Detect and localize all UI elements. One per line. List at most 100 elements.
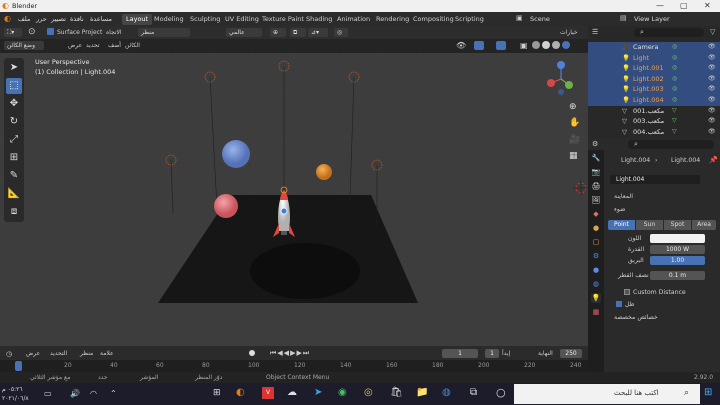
custom-properties-section[interactable]: خصائص مخصصة	[614, 314, 658, 321]
workspace-tab[interactable]: Layout	[122, 14, 153, 25]
playhead[interactable]	[15, 361, 22, 371]
outliner-search-input[interactable]: ⌕	[634, 28, 704, 37]
timeline-menu-select[interactable]: التحديد	[50, 350, 67, 357]
measure-tool-icon[interactable]: 📐	[6, 186, 22, 202]
pan-hand-icon[interactable]: ✋	[569, 118, 580, 128]
taskbar-date[interactable]: ٢٠٢١/٠٦/٨	[2, 395, 29, 402]
light-color-swatch[interactable]	[650, 234, 705, 243]
rotate-tool-icon[interactable]: ↻	[6, 114, 22, 130]
view-layer-selector[interactable]: View Layer	[634, 15, 670, 23]
specular-field[interactable]: 1.00	[650, 256, 705, 265]
app-icon-telegram[interactable]: ➤	[314, 387, 322, 398]
select-box-tool-icon[interactable]: ⬚	[6, 78, 22, 94]
menu-window[interactable]: نافذة	[70, 15, 84, 23]
maximize-button[interactable]: ▢	[680, 1, 688, 10]
custom-distance-checkbox[interactable]	[624, 289, 630, 295]
workspace-tab[interactable]: Shading	[302, 14, 336, 25]
shading-material-icon[interactable]	[552, 41, 560, 49]
app-icon-edge[interactable]: ◍	[442, 387, 451, 398]
taskbar-time[interactable]: ٠٥:٢٦ م	[2, 386, 23, 393]
shading-solid-icon[interactable]	[542, 41, 550, 49]
surface-project-checkbox[interactable]	[47, 28, 54, 35]
render-tab-icon[interactable]: 📷	[591, 167, 601, 177]
material-tab-icon[interactable]: ▦	[591, 307, 601, 317]
mode-dropdown[interactable]: وضع الكائن	[4, 41, 44, 50]
timeline-menu-view[interactable]: عرض	[26, 350, 40, 357]
workspace-tab[interactable]: Sculpting	[186, 14, 224, 25]
workspace-tab[interactable]: Modeling	[150, 14, 188, 25]
app-icon-explorer[interactable]: 📁	[416, 387, 428, 398]
scene-selector[interactable]: Scene	[530, 15, 550, 23]
workspace-tab[interactable]: Scripting	[451, 14, 488, 25]
pivot-button[interactable]: ⊕	[270, 28, 286, 37]
outliner-type-icon[interactable]: ☰	[592, 28, 598, 36]
workspace-tab[interactable]: Texture Paint	[258, 14, 308, 25]
grid-view-icon[interactable]: ▦	[569, 151, 578, 161]
transform-tool-icon[interactable]: ⊞	[6, 150, 22, 166]
visibility-toggle-icon[interactable]: 👁	[708, 75, 716, 82]
visibility-toggle-icon[interactable]: 👁	[708, 107, 716, 114]
snap-icon[interactable]: ⊙	[28, 27, 36, 37]
app-icon-vegas[interactable]: V	[262, 387, 274, 399]
taskbar-search-input[interactable]: اكتب هنا للبحث ⌕	[514, 384, 700, 404]
visibility-toggle-icon[interactable]: 👁	[708, 117, 716, 124]
particles-tab-icon[interactable]: ●	[591, 265, 601, 275]
visibility-toggle-icon[interactable]: 👁	[708, 96, 716, 103]
light-section[interactable]: ضوء	[614, 206, 625, 213]
app-icon-store[interactable]: ⊞	[213, 388, 221, 398]
task-view-icon[interactable]: ⧉	[470, 387, 477, 398]
tray-arrow-icon[interactable]: ⌃	[110, 389, 117, 398]
outliner-item[interactable]: ▽ مكعب.004 ▽ 👁	[588, 127, 720, 138]
options-dropdown[interactable]: خيارات	[560, 29, 578, 36]
shadow-checkbox[interactable]	[616, 301, 622, 307]
outliner-item[interactable]: ▽ مكعب.001 ▽ 👁	[588, 106, 720, 117]
power-field[interactable]: 1000 W	[650, 245, 705, 254]
move-tool-icon[interactable]: ✥	[6, 96, 22, 112]
menu-render[interactable]: تصيير	[51, 15, 66, 23]
menu-edit[interactable]: حرر	[36, 15, 47, 23]
workspace-tab[interactable]: Rendering	[372, 14, 413, 25]
start-frame-field[interactable]: 1	[485, 349, 499, 358]
header-menu-add[interactable]: أضف	[108, 42, 121, 49]
proportional-button[interactable]: ◎	[334, 28, 348, 37]
shadow-section[interactable]: ظل	[625, 301, 635, 308]
visibility-toggle-icon[interactable]: 👁	[708, 128, 716, 135]
outliner-item[interactable]: 💡 Light.003 ◎ 👁	[588, 84, 720, 95]
end-frame-field[interactable]: 250	[560, 349, 582, 358]
timeline-ruler[interactable]: 020406080100120140160180200220240	[0, 360, 588, 372]
app-icon-onedrive[interactable]: ☁	[287, 387, 297, 398]
menu-file[interactable]: ملف	[18, 15, 30, 23]
header-menu-object[interactable]: الكائن	[125, 42, 140, 49]
editor-type-button[interactable]: ⛶▾	[4, 28, 22, 37]
preview-section[interactable]: المعاينة	[614, 193, 633, 200]
outliner-item[interactable]: 💡 Light.004 ◎ 👁	[588, 95, 720, 106]
app-icon-whatsapp[interactable]: ◉	[338, 387, 347, 398]
global-dropdown[interactable]: عالمي	[226, 28, 262, 37]
visibility-toggle-icon[interactable]: 👁	[708, 43, 716, 50]
xray-icon[interactable]: ▣	[520, 41, 528, 50]
scale-tool-icon[interactable]: ⤢	[6, 132, 22, 148]
menu-help[interactable]: مساعدة	[90, 15, 112, 23]
modifier-tab-icon[interactable]: ⚙	[591, 251, 601, 261]
outliner-item[interactable]: 🎥 Camera ◎ 👁	[588, 42, 720, 53]
workspace-tab[interactable]: UV Editing	[221, 14, 263, 25]
pin-icon[interactable]: 📌	[709, 156, 718, 164]
windows-start-icon[interactable]: ⊞	[704, 387, 712, 398]
volume-icon[interactable]: 🔊	[70, 389, 80, 398]
close-button[interactable]: ✕	[704, 1, 711, 10]
add-cube-tool-icon[interactable]: ⧈	[6, 204, 22, 220]
timeline-editor-icon[interactable]: ◷	[6, 350, 12, 358]
overlay-toggle[interactable]	[496, 41, 506, 50]
app-icon-store-bag[interactable]: 🛍	[390, 387, 403, 398]
radius-field[interactable]: 0.1 m	[650, 271, 705, 280]
timeline-menu-view2[interactable]: منظر	[80, 350, 93, 357]
annotate-tool-icon[interactable]: ✎	[6, 168, 22, 184]
header-menu-select[interactable]: تحديد	[86, 42, 100, 49]
app-icon-chrome[interactable]: ◎	[364, 387, 373, 398]
view-layer-tab-icon[interactable]: 🖼	[591, 195, 601, 205]
gizmo-toggle[interactable]	[474, 41, 484, 50]
record-button[interactable]	[249, 350, 255, 356]
tool-tab-icon[interactable]: 🔧	[591, 153, 601, 163]
outliner-item[interactable]: 💡 Light.002 ◎ 👁	[588, 73, 720, 85]
snap-target-button[interactable]: ⊿▾	[308, 28, 328, 37]
